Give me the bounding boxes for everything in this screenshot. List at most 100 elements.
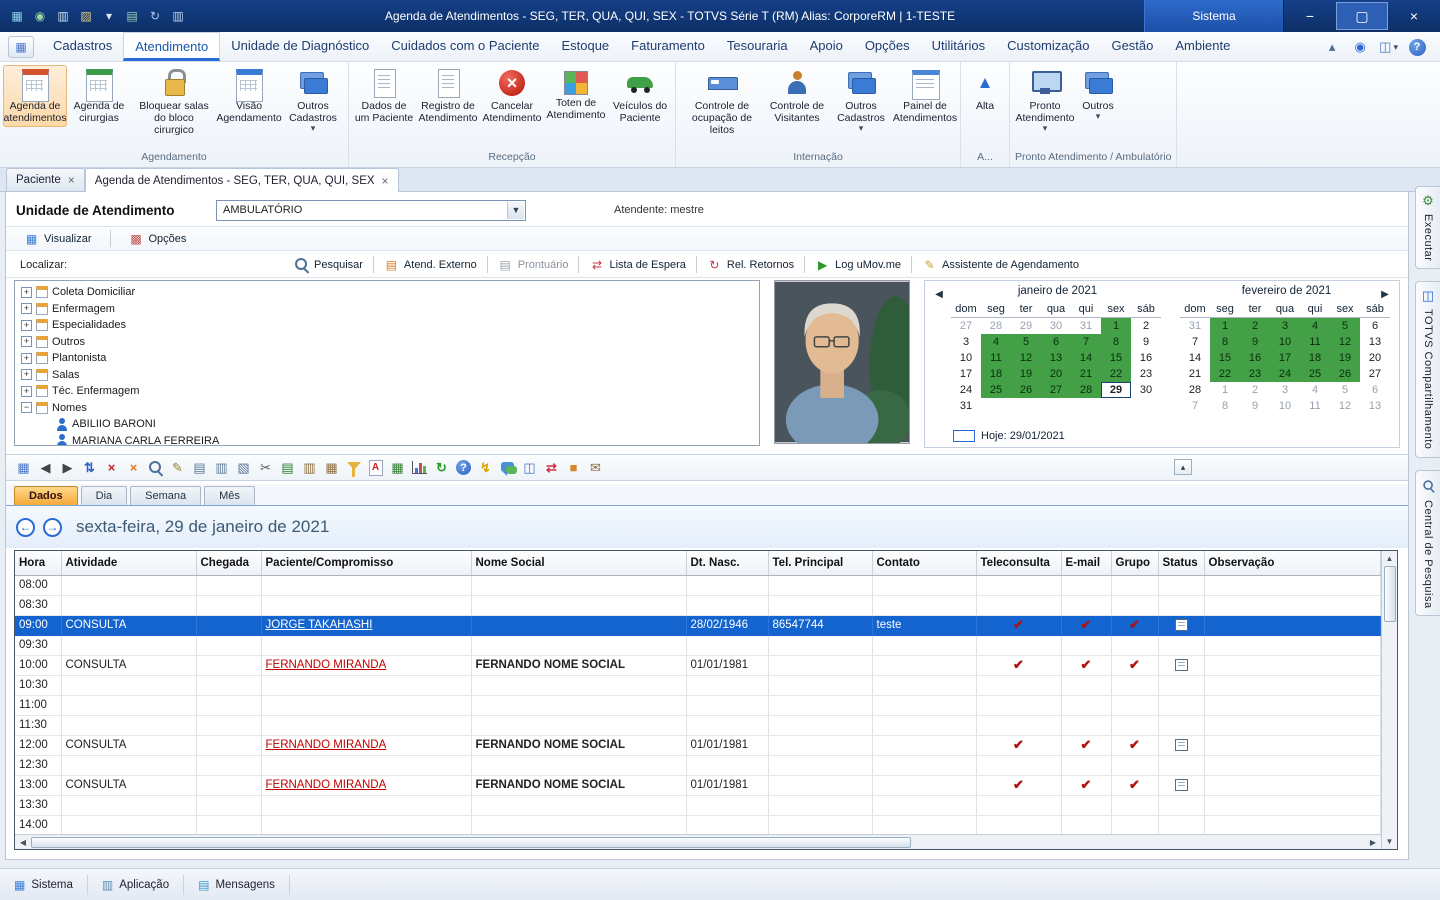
ribbon-button-bloquear-salas-do-bloco-cirurgico[interactable]: Bloquear salas do bloco cirurgico xyxy=(131,65,217,139)
patient-link[interactable]: JORGE TAKAHASHI xyxy=(266,619,373,631)
view-tab-mes[interactable]: Mês xyxy=(204,486,255,505)
expand-icon[interactable]: + xyxy=(21,369,32,381)
calendar-day[interactable]: 1 xyxy=(1210,382,1240,398)
calendar-day[interactable]: 19 xyxy=(1011,366,1041,382)
calendar-day[interactable]: 11 xyxy=(1300,334,1330,350)
view-tab-semana[interactable]: Semana xyxy=(130,486,202,505)
calendar-day[interactable]: 27 xyxy=(1041,382,1071,398)
table-row[interactable]: 14:00 xyxy=(15,815,1381,834)
table-row[interactable]: 12:30 xyxy=(15,755,1381,776)
column-header-grupo[interactable]: Grupo xyxy=(1111,551,1159,576)
app-menu-button[interactable]: ▦ xyxy=(8,36,34,58)
calendar-day[interactable]: 9 xyxy=(1131,334,1161,350)
button-assistente-de-agendamento[interactable]: ✎ Assistente de Agendamento xyxy=(916,256,1085,274)
edit-icon[interactable]: ✎ xyxy=(168,458,187,477)
calendar-day[interactable]: 20 xyxy=(1360,350,1390,366)
calendar-day[interactable]: 3 xyxy=(1270,318,1300,334)
table-row[interactable]: 12:00 CONSULTA FERNANDO MIRANDA FERNANDO NO… xyxy=(15,735,1381,756)
table-row[interactable]: 13:00 CONSULTA FERNANDO MIRANDA FERNANDO NO… xyxy=(15,775,1381,796)
column-header-observacao[interactable]: Observação xyxy=(1204,551,1381,576)
calendar-day[interactable]: 7 xyxy=(1180,398,1210,414)
calendar-day[interactable]: 2 xyxy=(1240,318,1270,334)
open-folder-icon[interactable]: ▨ xyxy=(77,7,95,25)
tree-item-especialidades[interactable]: + Especialidades xyxy=(17,317,757,334)
clear-search-icon[interactable]: × xyxy=(124,458,143,477)
table-row[interactable]: 10:30 xyxy=(15,675,1381,696)
close-button[interactable]: × xyxy=(1388,0,1440,32)
patient-link[interactable]: FERNANDO MIRANDA xyxy=(266,659,387,671)
filter-icon[interactable] xyxy=(344,458,363,477)
button-log-umov-me[interactable]: ▶ Log uMov.me xyxy=(809,256,907,274)
menu-tab-apoio[interactable]: Apoio xyxy=(799,32,854,61)
calendar-day[interactable]: 7 xyxy=(1180,334,1210,350)
help-icon[interactable]: ? xyxy=(454,458,473,477)
calendar-day[interactable]: 17 xyxy=(951,366,981,382)
collapse-panel-button[interactable]: ▴ xyxy=(1174,459,1192,475)
tree-item-abiliio-baroni[interactable]: ABILIIO BARONI xyxy=(17,416,757,433)
calendar-day[interactable]: 4 xyxy=(981,334,1011,350)
ribbon-button-cancelar-atendimento[interactable]: Cancelar Atendimento xyxy=(480,65,544,127)
menu-tab-estoque[interactable]: Estoque xyxy=(550,32,620,61)
calendar-day[interactable]: 19 xyxy=(1330,350,1360,366)
next-day-button[interactable]: → xyxy=(43,517,62,537)
tree-item-tec-enfermagem[interactable]: + Téc. Enfermagem xyxy=(17,383,757,400)
chart-icon[interactable] xyxy=(410,458,429,477)
nav-next-icon[interactable]: ▶ xyxy=(58,458,77,477)
nav-previous-icon[interactable]: ◀ xyxy=(36,458,55,477)
expand-icon[interactable]: + xyxy=(21,336,32,348)
calendar-day[interactable]: 25 xyxy=(981,382,1011,398)
calendar-day[interactable]: 10 xyxy=(1270,334,1300,350)
status-record-icon[interactable] xyxy=(1174,738,1188,751)
column-header-tel-principal[interactable]: Tel. Principal xyxy=(768,551,873,576)
calendar-day[interactable]: 9 xyxy=(1240,398,1270,414)
calendar-day[interactable]: 13 xyxy=(1360,398,1390,414)
menu-tab-gestao[interactable]: Gestão xyxy=(1100,32,1164,61)
scroll-right-icon[interactable]: ▶ xyxy=(1365,835,1381,849)
horizontal-scroll-thumb[interactable] xyxy=(31,836,911,848)
column-header-e-mail[interactable]: E-mail xyxy=(1061,551,1112,576)
delete-icon[interactable]: × xyxy=(102,458,121,477)
menu-tab-cuidados-com-o-paciente[interactable]: Cuidados com o Paciente xyxy=(380,32,550,61)
vertical-scroll-thumb[interactable] xyxy=(1383,566,1396,622)
insert-record-icon[interactable]: ▤ xyxy=(278,458,297,477)
calendar-day[interactable]: 20 xyxy=(1041,366,1071,382)
scroll-down-icon[interactable]: ▼ xyxy=(1382,834,1397,849)
calendar-day[interactable]: 14 xyxy=(1180,350,1210,366)
calendar-day[interactable]: 2 xyxy=(1131,318,1161,334)
copy-icon[interactable]: ▤ xyxy=(190,458,209,477)
button-pesquisar[interactable]: Pesquisar xyxy=(288,255,369,274)
calendar-day[interactable]: 28 xyxy=(981,318,1011,334)
table-row[interactable]: 11:30 xyxy=(15,715,1381,736)
expand-icon[interactable]: + xyxy=(21,286,32,298)
button-prontuario[interactable]: ▤ Prontuário xyxy=(492,256,575,274)
mail-icon[interactable]: ✉ xyxy=(586,458,605,477)
ribbon-button-alta[interactable]: Alta xyxy=(964,65,1006,115)
refresh-icon[interactable]: ↻ xyxy=(146,7,164,25)
ribbon-button-registro-de-atendimento[interactable]: Registro de Atendimento xyxy=(416,65,480,127)
calendar-day[interactable]: 11 xyxy=(1300,398,1330,414)
calendar-day[interactable]: 6 xyxy=(1041,334,1071,350)
patient-link[interactable]: FERNANDO MIRANDA xyxy=(266,739,387,751)
ribbon-button-toten-de-atendimento[interactable]: Toten de Atendimento xyxy=(544,65,608,124)
calendar-day[interactable]: 9 xyxy=(1240,334,1270,350)
calendar-day[interactable]: 25 xyxy=(1300,366,1330,382)
calendar-day[interactable]: 26 xyxy=(1011,382,1041,398)
chevron-down-icon[interactable]: ▾ xyxy=(100,7,118,25)
ribbon-button-agenda-de-cirurgias[interactable]: Agenda de cirurgias xyxy=(67,65,131,127)
calendar-prev-button[interactable]: ◀ xyxy=(932,287,946,301)
tree-item-plantonista[interactable]: + Plantonista xyxy=(17,350,757,367)
tree-item-outros[interactable]: + Outros xyxy=(17,334,757,351)
close-icon[interactable]: × xyxy=(382,174,389,188)
comments-icon[interactable] xyxy=(498,458,517,477)
calendar-day[interactable]: 1 xyxy=(1210,318,1240,334)
column-header-hora[interactable]: Hora xyxy=(15,551,62,576)
ribbon-button-agenda-de-atendimentos[interactable]: Agenda de atendimentos xyxy=(3,65,67,128)
process-icon[interactable]: ↯ xyxy=(476,458,495,477)
button-rel-retornos[interactable]: ↻ Rel. Retornos xyxy=(701,256,800,274)
menu-tab-opcoes[interactable]: Opções xyxy=(854,32,921,61)
calendar-day[interactable]: 24 xyxy=(1270,366,1300,382)
calendar-day[interactable]: 8 xyxy=(1210,334,1240,350)
scroll-left-icon[interactable]: ◀ xyxy=(15,835,31,849)
save-icon[interactable]: ▥ xyxy=(54,7,72,25)
calendar-day[interactable]: 21 xyxy=(1180,366,1210,382)
